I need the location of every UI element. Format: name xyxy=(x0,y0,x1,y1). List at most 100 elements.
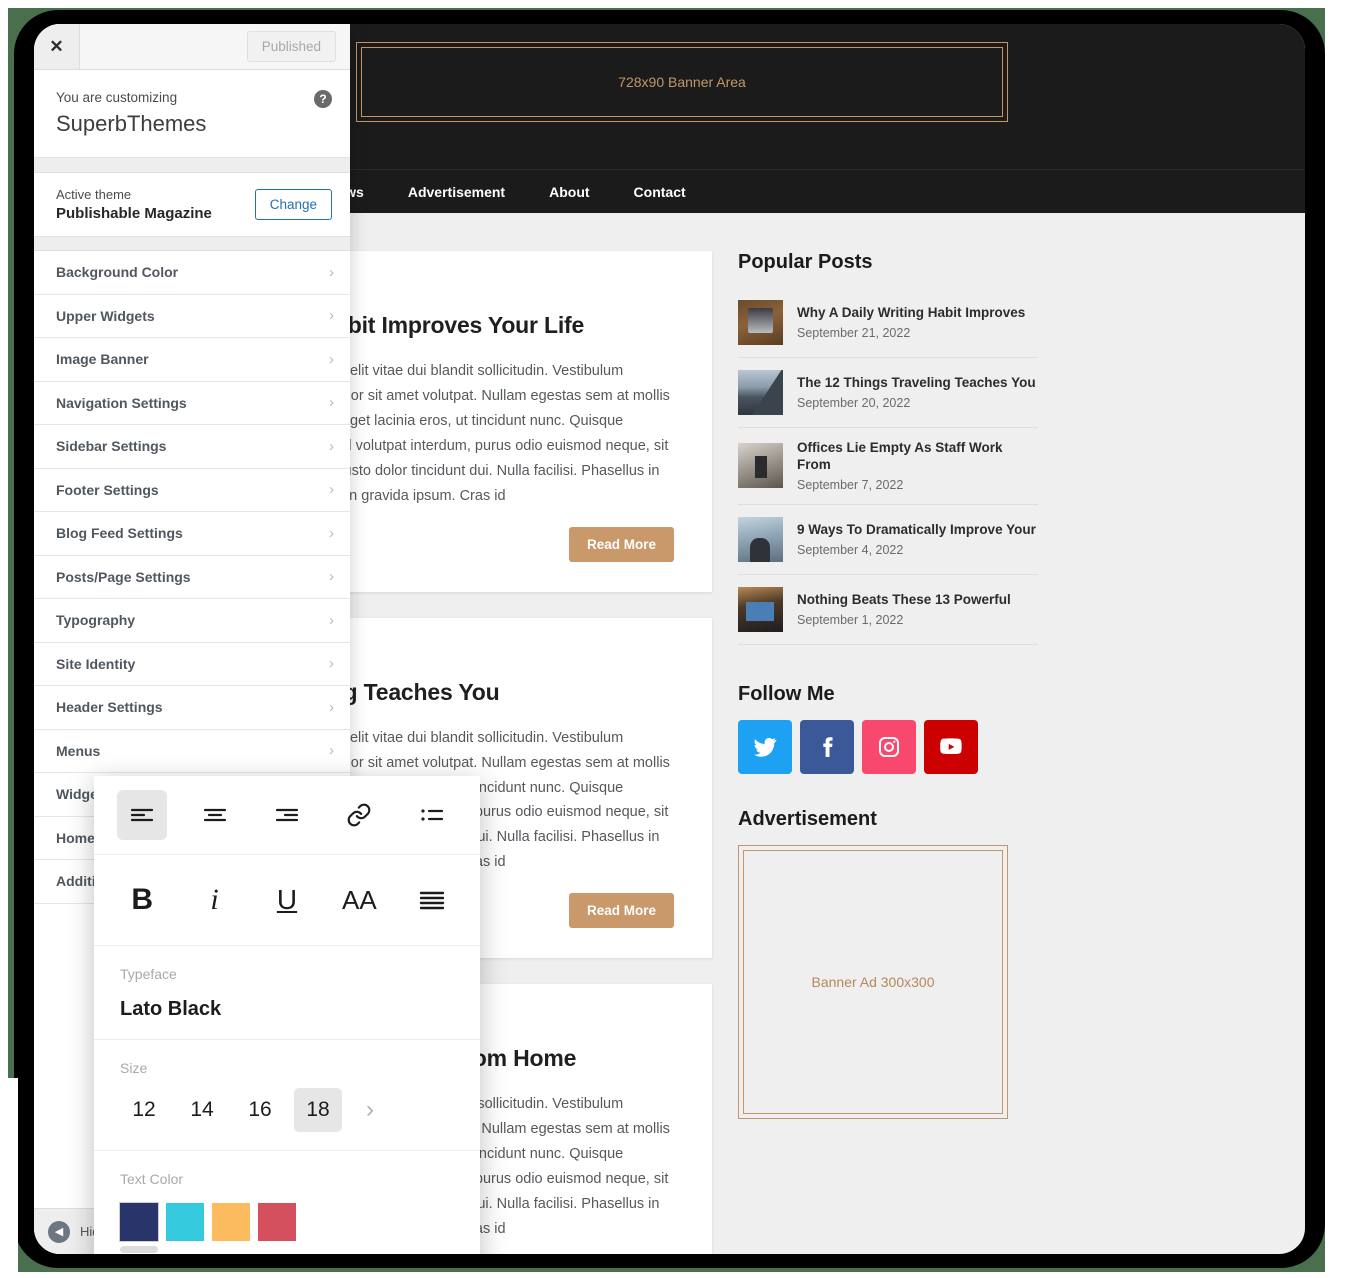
sidebar-item-blog-feed-settings[interactable]: Blog Feed Settings › xyxy=(34,512,350,556)
size-option-12[interactable]: 12 xyxy=(120,1088,168,1132)
align-right-icon[interactable] xyxy=(262,790,312,840)
sidebar-item-label: Sidebar Settings xyxy=(56,438,167,455)
popular-post-thumbnail xyxy=(738,586,783,632)
typeface-label: Typeface xyxy=(120,966,177,982)
align-center-icon[interactable] xyxy=(190,790,240,840)
chevron-right-icon: › xyxy=(329,655,334,673)
instagram-icon[interactable] xyxy=(862,719,916,774)
read-more-button[interactable]: Read More xyxy=(568,893,674,929)
bold-icon[interactable]: B xyxy=(117,875,167,925)
color-swatch-wrap xyxy=(119,1202,159,1253)
italic-icon[interactable]: i xyxy=(190,875,240,925)
link-icon[interactable] xyxy=(334,790,384,840)
sidebar-item-label: Menus xyxy=(56,742,101,759)
color-swatch-amber[interactable] xyxy=(212,1203,250,1241)
popular-post-date: September 7, 2022 xyxy=(797,477,904,492)
color-swatch-cyan[interactable] xyxy=(166,1203,204,1241)
text-color-section: Text Color xyxy=(94,1151,480,1254)
popular-post-date: September 21, 2022 xyxy=(797,325,911,340)
size-option-16[interactable]: 16 xyxy=(236,1088,284,1132)
sidebar-item-upper-widgets[interactable]: Upper Widgets › xyxy=(34,294,350,338)
sidebar-item-sidebar-settings[interactable]: Sidebar Settings › xyxy=(34,425,350,469)
chevron-right-icon[interactable]: › xyxy=(366,1096,374,1124)
chevron-right-icon: › xyxy=(329,394,334,412)
follow-me-title: Follow Me xyxy=(738,682,835,705)
device-screen: Branding MAGAZINE 728x90 Banner Area Blo… xyxy=(34,24,1305,1254)
chevron-right-icon: › xyxy=(329,481,334,499)
popular-post-item[interactable]: 9 Ways To Dramatically Improve Your Sept… xyxy=(738,505,1038,575)
sidebar-item-posts-page-settings[interactable]: Posts/Page Settings › xyxy=(34,555,350,599)
sidebar-item-header-settings[interactable]: Header Settings › xyxy=(34,686,350,730)
format-toolbar: B i U AA xyxy=(94,855,480,946)
align-left-icon[interactable] xyxy=(117,790,168,840)
sidebar-item-label: Navigation Settings xyxy=(56,394,187,411)
sidebar-item-typography[interactable]: Typography › xyxy=(34,599,350,643)
size-options: 12 14 16 18 › xyxy=(120,1088,454,1132)
sidebar-item-site-identity[interactable]: Site Identity › xyxy=(34,642,350,686)
advertisement-banner[interactable]: Banner Ad 300x300 xyxy=(738,844,1008,1119)
sidebar-item-label: Image Banner xyxy=(56,351,149,368)
collapse-arrow-icon[interactable]: ◀ xyxy=(48,1220,70,1243)
popular-post-title: Offices Lie Empty As Staff Work From xyxy=(797,440,1003,472)
customizing-kicker: You are customizing xyxy=(56,90,178,105)
sidebar-item-menus[interactable]: Menus › xyxy=(34,729,350,773)
site-sidebar: Popular Posts Why A Daily Writing Habit … xyxy=(738,251,1038,1254)
nav-item-advertisement[interactable]: Advertisement xyxy=(386,170,527,213)
size-option-18[interactable]: 18 xyxy=(294,1088,342,1132)
top-banner-area[interactable]: 728x90 Banner Area xyxy=(356,42,1008,122)
chevron-right-icon: › xyxy=(329,742,334,760)
customizer-topbar-actions: Published xyxy=(80,24,350,69)
chevron-right-icon: › xyxy=(329,524,334,542)
help-icon[interactable]: ? xyxy=(314,90,332,108)
line-height-icon[interactable] xyxy=(407,875,457,925)
popular-post-item[interactable]: Why A Daily Writing Habit Improves Septe… xyxy=(738,288,1038,358)
nav-item-about[interactable]: About xyxy=(527,170,611,213)
close-icon[interactable]: ✕ xyxy=(34,24,80,69)
popular-post-item[interactable]: Nothing Beats These 13 Powerful Septembe… xyxy=(738,575,1038,645)
sidebar-item-navigation-settings[interactable]: Navigation Settings › xyxy=(34,381,350,425)
active-theme-name: Publishable Magazine xyxy=(56,205,212,222)
typeface-value[interactable]: Lato Black xyxy=(120,998,454,1021)
sidebar-item-label: Footer Settings xyxy=(56,481,159,498)
color-swatch-navy[interactable] xyxy=(119,1202,159,1242)
customizer-divider xyxy=(34,158,350,173)
sidebar-item-label: Header Settings xyxy=(56,699,163,716)
nav-item-contact[interactable]: Contact xyxy=(612,170,708,213)
sidebar-item-background-color[interactable]: Background Color › xyxy=(34,251,350,295)
twitter-icon[interactable] xyxy=(738,719,792,774)
font-size-icon[interactable]: AA xyxy=(334,875,384,925)
nav-label: About xyxy=(549,183,590,200)
publish-button[interactable]: Published xyxy=(246,31,336,62)
popular-post-title: The 12 Things Traveling Teaches You xyxy=(797,375,1036,391)
popular-post-title: Nothing Beats These 13 Powerful xyxy=(797,591,1011,607)
chevron-right-icon: › xyxy=(329,698,334,716)
sidebar-item-image-banner[interactable]: Image Banner › xyxy=(34,338,350,382)
popular-post-item[interactable]: The 12 Things Traveling Teaches You Sept… xyxy=(738,358,1038,428)
typeface-section: Typeface Lato Black xyxy=(94,946,480,1040)
color-swatch-red[interactable] xyxy=(258,1203,296,1241)
bullet-list-icon[interactable] xyxy=(407,790,457,840)
chevron-right-icon: › xyxy=(329,568,334,586)
facebook-icon[interactable] xyxy=(800,719,854,774)
active-theme-row: Active theme Publishable Magazine Change xyxy=(34,173,350,237)
read-more-button[interactable]: Read More xyxy=(568,526,674,562)
screenshot-root: Branding MAGAZINE 728x90 Banner Area Blo… xyxy=(0,0,1347,1278)
size-option-14[interactable]: 14 xyxy=(178,1088,226,1132)
popular-posts-title: Popular Posts xyxy=(738,251,873,273)
popular-post-title: 9 Ways To Dramatically Improve Your xyxy=(797,521,1036,537)
youtube-icon[interactable] xyxy=(924,719,978,774)
sidebar-item-label: Background Color xyxy=(56,264,179,281)
active-theme-info: Active theme Publishable Magazine xyxy=(56,187,212,222)
change-theme-button[interactable]: Change xyxy=(254,189,332,220)
typography-popup: B i U AA Typeface Lato Black Size 12 14 … xyxy=(94,776,480,1254)
page-margin-bottom xyxy=(0,1272,1347,1278)
underline-icon[interactable]: U xyxy=(262,875,312,925)
page-margin-bottom-left xyxy=(0,1078,18,1278)
sidebar-item-label: Blog Feed Settings xyxy=(56,525,183,542)
popular-post-date: September 1, 2022 xyxy=(797,612,904,627)
popular-post-title: Why A Daily Writing Habit Improves xyxy=(797,305,1026,321)
page-margin-right xyxy=(1325,0,1347,1278)
alignment-toolbar xyxy=(94,776,480,855)
popular-post-item[interactable]: Offices Lie Empty As Staff Work From Sep… xyxy=(738,428,1038,505)
sidebar-item-footer-settings[interactable]: Footer Settings › xyxy=(34,468,350,512)
